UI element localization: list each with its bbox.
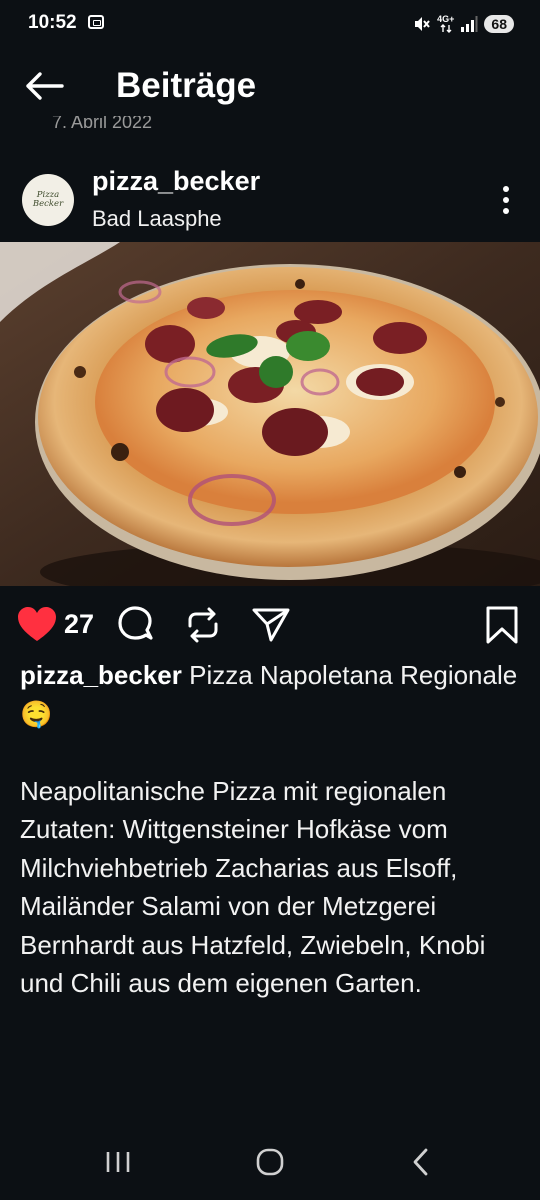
battery-indicator: 68 bbox=[484, 15, 514, 33]
post-actions: 27 bbox=[0, 596, 540, 656]
caption-username[interactable]: pizza_becker bbox=[20, 660, 182, 690]
share-button[interactable] bbox=[250, 604, 292, 646]
screen-record-icon bbox=[88, 15, 104, 29]
status-bar: 10:52 4G+ 68 bbox=[0, 0, 540, 50]
send-icon bbox=[252, 608, 290, 642]
save-button[interactable] bbox=[482, 604, 524, 646]
back-icon bbox=[413, 1148, 428, 1176]
caption-body: Neapolitanische Pizza mit regionalen Zut… bbox=[20, 775, 493, 999]
comment-icon bbox=[118, 606, 153, 640]
nav-back-button[interactable] bbox=[402, 1144, 442, 1180]
status-time: 10:52 bbox=[28, 12, 77, 33]
back-button[interactable] bbox=[22, 66, 66, 106]
avatar-logo: Pizza Becker bbox=[32, 190, 64, 209]
previous-post-date: 7. April 2022 bbox=[52, 116, 153, 128]
heart-icon bbox=[18, 607, 56, 641]
like-count[interactable]: 27 bbox=[64, 609, 94, 640]
screen: 10:52 4G+ 68 Beiträge 7. April 2022 Pizz… bbox=[0, 0, 540, 1200]
post-header: Pizza Becker pizza_becker Bad Laasphe bbox=[0, 160, 540, 240]
post-username[interactable]: pizza_becker bbox=[92, 166, 260, 197]
pizza-photo bbox=[0, 242, 540, 586]
page-title: Beiträge bbox=[116, 66, 257, 105]
home-button[interactable] bbox=[250, 1144, 290, 1180]
data-arrows-icon bbox=[440, 24, 452, 33]
more-vertical-icon bbox=[503, 186, 509, 214]
like-button[interactable] bbox=[16, 604, 58, 646]
recent-apps-button[interactable] bbox=[98, 1144, 138, 1180]
comment-button[interactable] bbox=[114, 604, 156, 646]
more-options-button[interactable] bbox=[492, 184, 520, 216]
post-location[interactable]: Bad Laasphe bbox=[92, 206, 222, 232]
bookmark-icon bbox=[486, 606, 518, 644]
post-image[interactable] bbox=[0, 242, 540, 586]
repost-icon bbox=[188, 607, 218, 643]
avatar[interactable]: Pizza Becker bbox=[22, 174, 74, 226]
repost-button[interactable] bbox=[182, 604, 224, 646]
mute-icon bbox=[415, 17, 430, 31]
home-icon bbox=[256, 1148, 284, 1176]
arrow-left-icon bbox=[26, 72, 64, 100]
app-header: Beiträge bbox=[0, 52, 540, 118]
network-label: 4G+ bbox=[437, 14, 455, 24]
system-nav-bar bbox=[0, 1130, 540, 1200]
signal-icon bbox=[461, 16, 478, 32]
status-icons: 4G+ 68 bbox=[413, 12, 514, 36]
recent-apps-icon bbox=[106, 1152, 130, 1172]
post-caption: pizza_becker Pizza Napoletana Regionale … bbox=[20, 656, 520, 1003]
network-indicator: 4G+ bbox=[437, 15, 454, 33]
